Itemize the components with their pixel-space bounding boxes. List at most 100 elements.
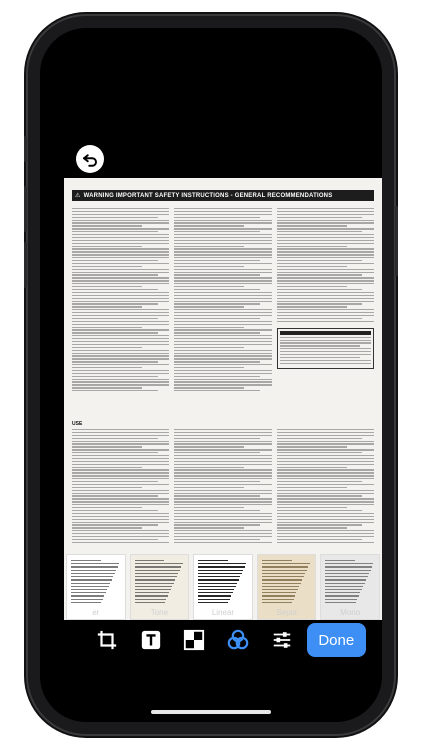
text-line bbox=[276, 300, 374, 302]
thumb-text-line bbox=[198, 560, 228, 562]
text-line bbox=[72, 452, 158, 454]
filter-thumb-2[interactable]: Linear bbox=[193, 554, 253, 620]
done-button[interactable]: Done bbox=[306, 623, 367, 657]
text-line bbox=[276, 527, 347, 529]
text-line bbox=[72, 349, 170, 351]
thumb-text-line bbox=[261, 588, 298, 591]
text-line bbox=[72, 486, 143, 489]
text-line bbox=[174, 489, 272, 491]
text-line bbox=[72, 535, 170, 538]
screen: ⚠ WARNING IMPORTANT SAFETY INSTRUCTIONS -… bbox=[40, 28, 382, 722]
text-line bbox=[72, 434, 170, 437]
text-line bbox=[276, 455, 374, 457]
thumb-text-line bbox=[198, 572, 242, 575]
filter-thumb-4[interactable]: Mono bbox=[320, 554, 380, 620]
adjust-tool-button[interactable] bbox=[263, 621, 301, 659]
text-line bbox=[276, 297, 374, 299]
text-line bbox=[174, 329, 272, 331]
text-line bbox=[174, 303, 260, 305]
filter-thumb-1[interactable]: Tone bbox=[129, 554, 190, 620]
thumb-text-line bbox=[325, 560, 356, 562]
text-line bbox=[72, 254, 170, 256]
text-line bbox=[174, 340, 272, 343]
text-line bbox=[276, 228, 374, 230]
filter-strip: er Tone Linear Sepia Mono bbox=[64, 554, 382, 620]
thumb-text-line bbox=[325, 595, 359, 597]
thumb-text-line bbox=[134, 576, 177, 578]
thumb-text-line bbox=[325, 601, 356, 604]
text-line bbox=[276, 463, 374, 465]
text-line bbox=[72, 475, 170, 477]
text-line bbox=[174, 524, 260, 526]
text-line bbox=[174, 535, 272, 538]
crop-tool-button[interactable] bbox=[88, 621, 126, 659]
text-tool-button[interactable] bbox=[132, 621, 170, 659]
text-column bbox=[174, 208, 272, 416]
thumb-text-line bbox=[198, 601, 229, 604]
text-line bbox=[174, 449, 272, 451]
thumb-text-line bbox=[71, 579, 112, 581]
thumb-text-line bbox=[134, 585, 173, 587]
checkerboard-tool-button[interactable] bbox=[175, 621, 213, 659]
filters-tool-button[interactable] bbox=[219, 621, 257, 659]
text-line bbox=[174, 213, 272, 216]
thumb-text-line bbox=[325, 582, 365, 584]
text-line bbox=[72, 489, 170, 491]
text-line bbox=[276, 541, 374, 544]
back-button[interactable] bbox=[76, 145, 104, 173]
text-line bbox=[72, 366, 143, 369]
text-line bbox=[174, 297, 272, 299]
filter-thumb-0[interactable]: er bbox=[66, 554, 126, 620]
thumb-text-line bbox=[134, 569, 180, 571]
text-line bbox=[174, 469, 272, 471]
text-line bbox=[72, 466, 143, 468]
thumb-text-line bbox=[198, 579, 239, 581]
text-line bbox=[72, 355, 170, 357]
text-line bbox=[276, 449, 374, 451]
text-line bbox=[276, 440, 374, 442]
thumb-text-line bbox=[198, 588, 235, 591]
text-line bbox=[174, 521, 272, 523]
text-line bbox=[72, 239, 170, 242]
text-line bbox=[174, 332, 260, 334]
text-line bbox=[276, 280, 374, 282]
text-line bbox=[72, 268, 170, 270]
text-line bbox=[72, 309, 170, 311]
text-line bbox=[174, 242, 272, 244]
document-lower-columns bbox=[72, 429, 374, 549]
text-line bbox=[72, 294, 170, 297]
text-line bbox=[174, 323, 272, 325]
text-line bbox=[72, 283, 170, 285]
text-line bbox=[72, 300, 170, 302]
thumb-text-line bbox=[261, 585, 300, 587]
text-line bbox=[72, 251, 170, 253]
text-line bbox=[174, 248, 272, 250]
text-line bbox=[174, 492, 272, 494]
text-line bbox=[276, 265, 347, 268]
thumb-text-line bbox=[198, 582, 238, 584]
text-line bbox=[72, 429, 170, 431]
text-line bbox=[276, 478, 374, 480]
text-line bbox=[174, 300, 272, 302]
text-line bbox=[72, 455, 170, 457]
text-line bbox=[72, 297, 170, 299]
text-line bbox=[72, 443, 170, 445]
text-line bbox=[174, 312, 272, 314]
text-line bbox=[174, 260, 260, 262]
text-line bbox=[72, 460, 170, 463]
text-line bbox=[279, 339, 371, 341]
thumb-text-line bbox=[134, 592, 170, 594]
home-indicator[interactable] bbox=[151, 710, 271, 714]
text-line bbox=[174, 446, 245, 448]
text-line bbox=[276, 268, 374, 270]
thumb-text-line bbox=[325, 576, 368, 578]
text-column bbox=[72, 208, 170, 416]
filter-thumb-3[interactable]: Sepia bbox=[256, 554, 317, 620]
text-line bbox=[72, 210, 170, 213]
text-line bbox=[72, 257, 170, 259]
text-line bbox=[72, 346, 143, 349]
text-line bbox=[72, 361, 158, 363]
thumb-text-line bbox=[71, 598, 103, 600]
text-line bbox=[72, 306, 143, 308]
text-line bbox=[72, 236, 170, 239]
